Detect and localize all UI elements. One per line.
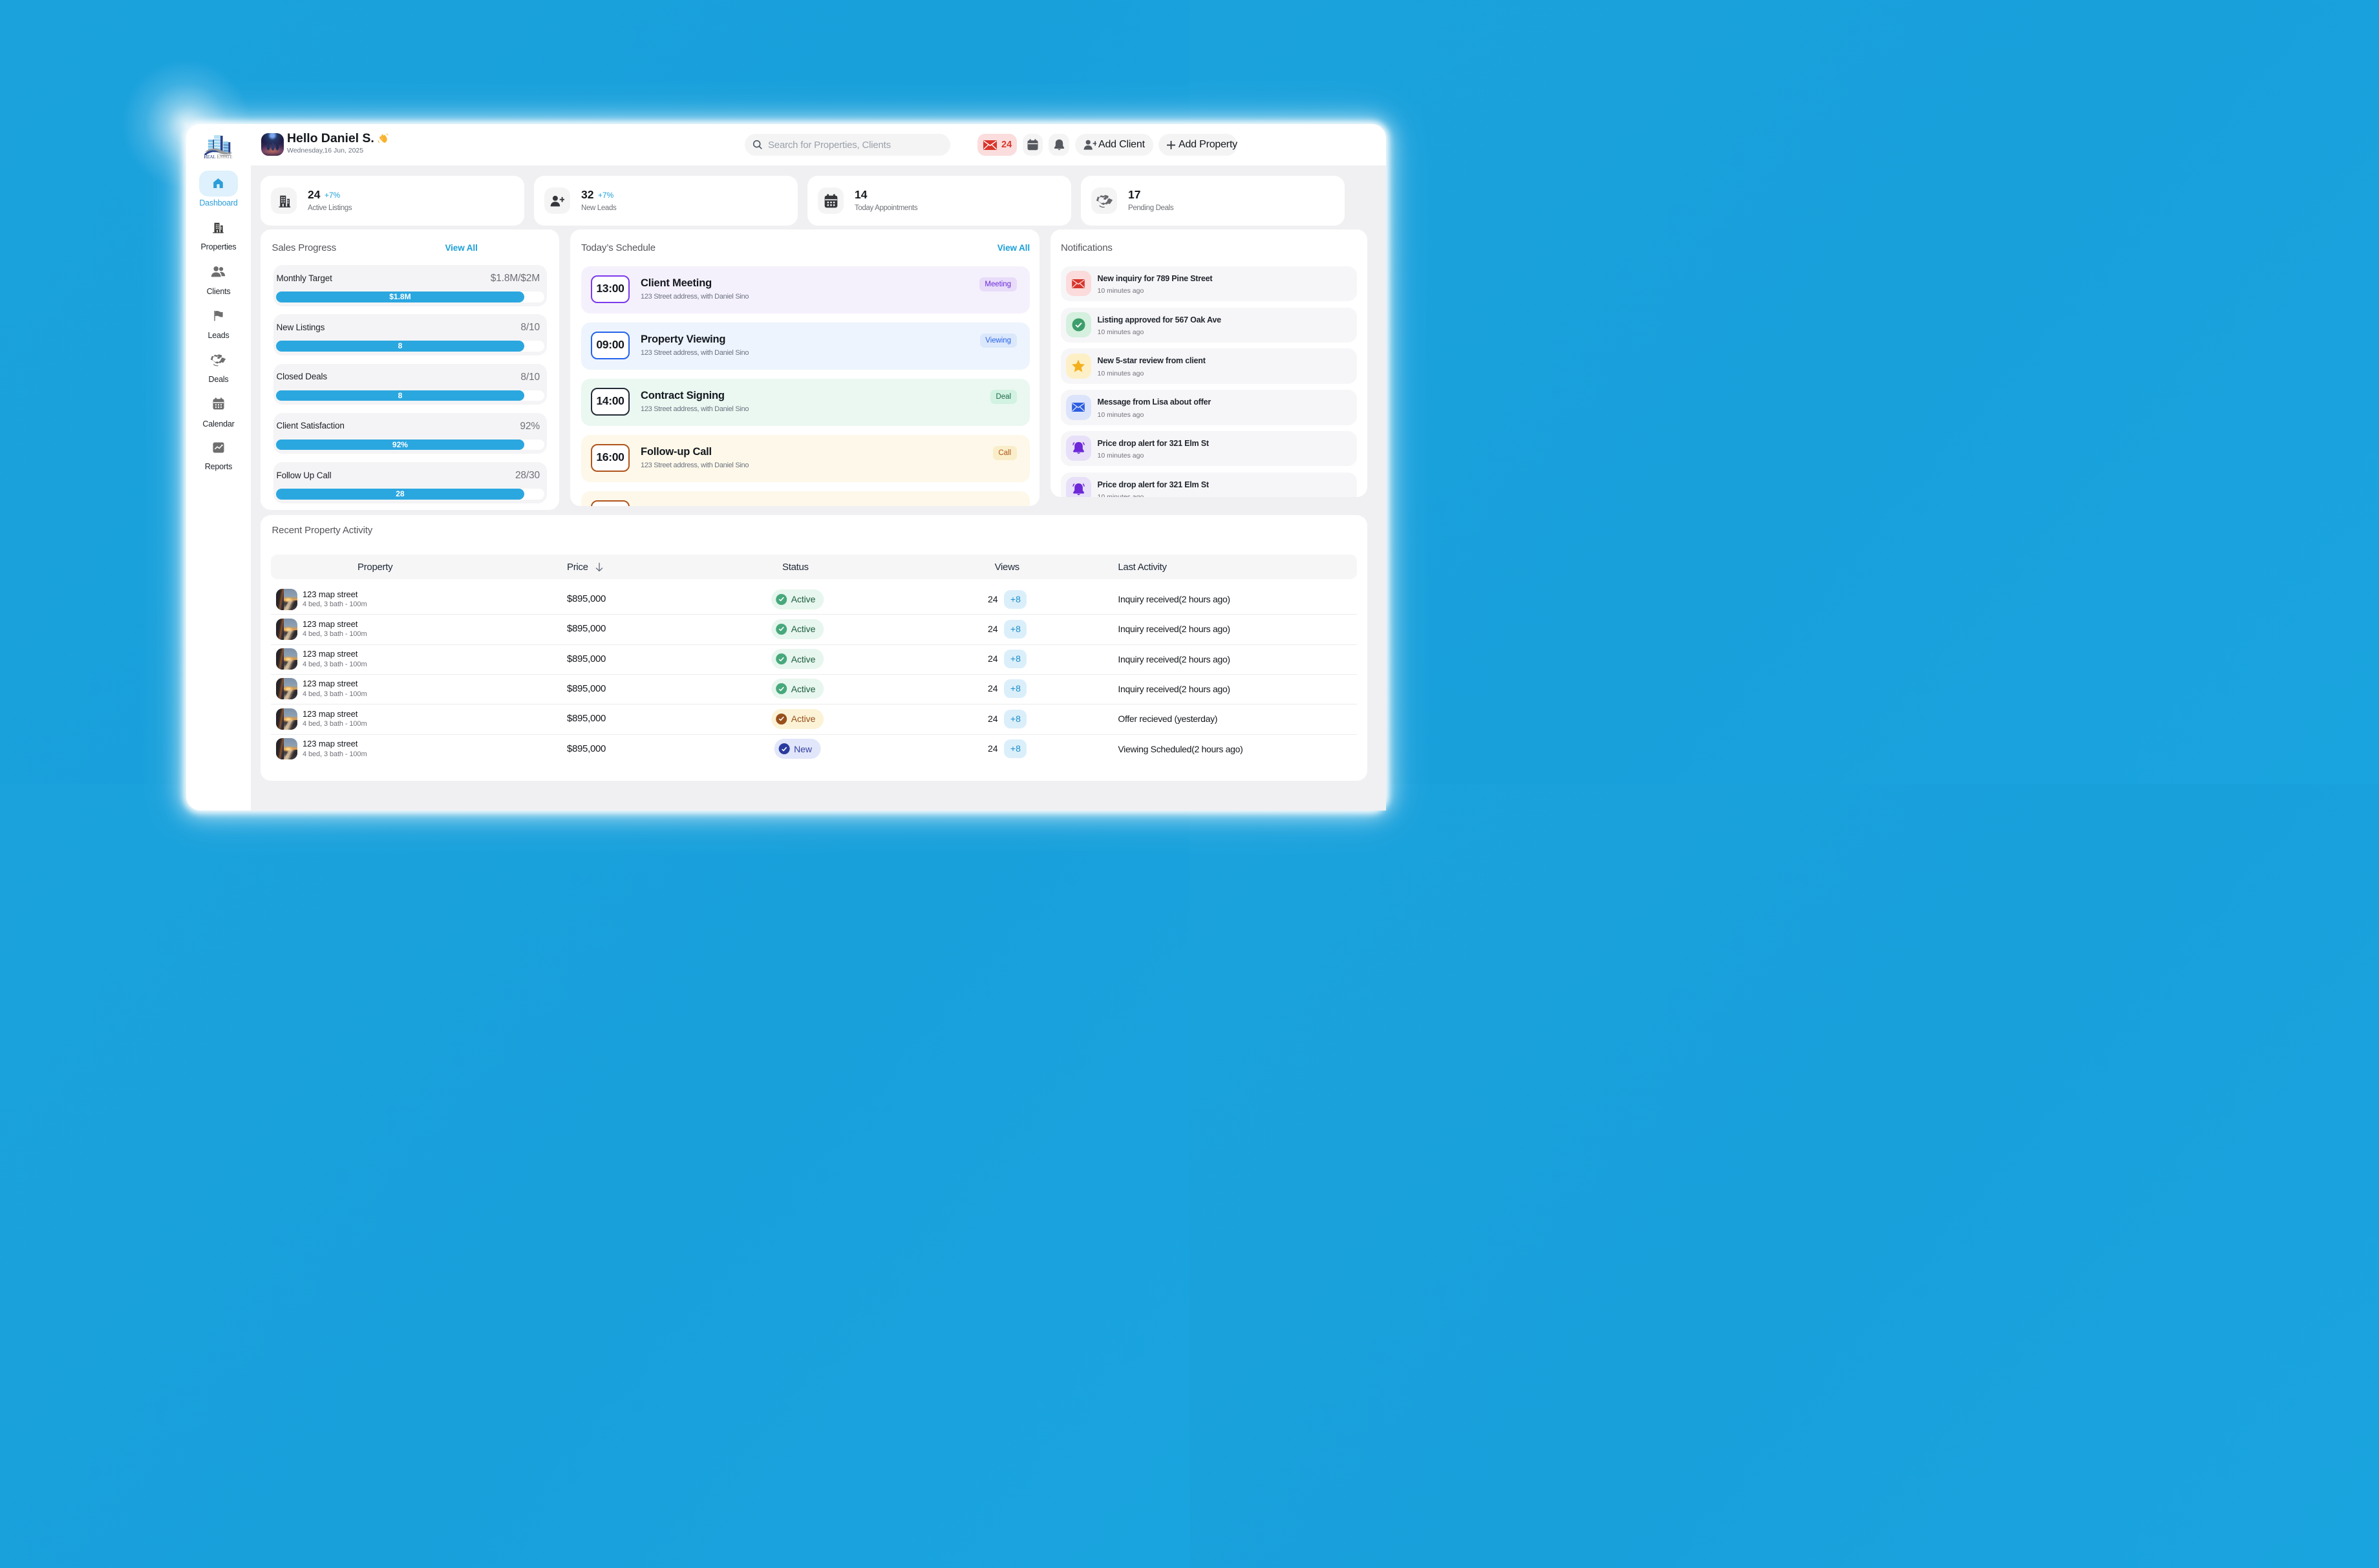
svg-text:REAL ESTATE: REAL ESTATE — [204, 153, 232, 160]
